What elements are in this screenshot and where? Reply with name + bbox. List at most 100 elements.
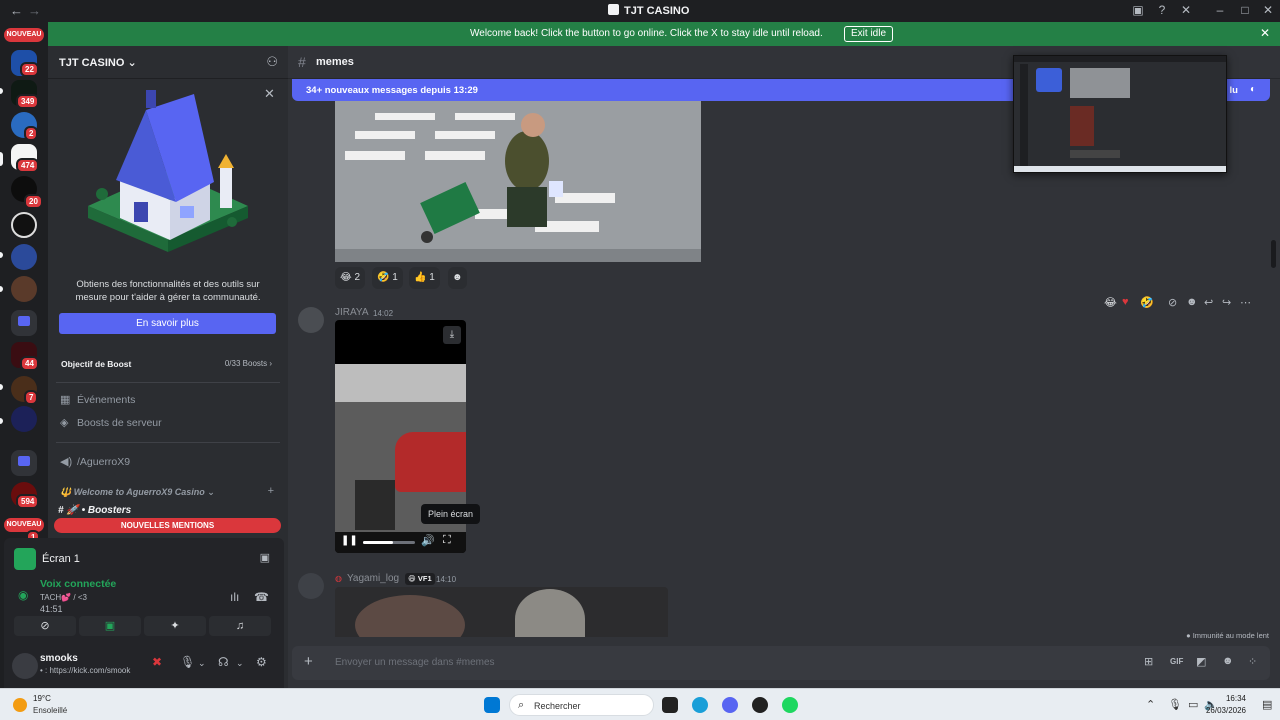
chevron-down-icon[interactable]: ⌄ <box>236 658 244 669</box>
sun-icon[interactable] <box>13 698 27 712</box>
headphones-icon[interactable]: ☊ <box>218 655 229 669</box>
stream-preview-thumbnail[interactable] <box>1013 55 1227 173</box>
apps-icon[interactable]: ⁘ <box>1248 655 1257 668</box>
avatar[interactable] <box>12 653 38 679</box>
notifications-icon[interactable]: ▤ <box>1262 698 1272 711</box>
settings-gear-icon[interactable]: ⚙ <box>256 655 267 669</box>
weather-temperature[interactable]: 19°C <box>33 694 51 703</box>
nouveau-badge-bottom[interactable]: NOUVEAU <box>4 518 44 532</box>
mark-read-icon[interactable]: ◐ <box>1250 84 1256 95</box>
volume-icon[interactable]: 🔊 <box>421 534 435 547</box>
message-author[interactable]: JIRAYA <box>335 307 369 318</box>
reaction-chip[interactable]: 🤣 1 <box>372 267 403 289</box>
unread-pill <box>0 286 3 292</box>
sticker-icon[interactable]: ◩ <box>1196 655 1206 668</box>
guild-badge: 7 <box>24 390 39 405</box>
create-channel-icon[interactable]: + <box>268 485 274 497</box>
chat-scrollbar[interactable] <box>1271 240 1276 268</box>
download-icon[interactable]: ⤓ <box>443 326 461 344</box>
app-icon[interactable]: ⊘ <box>1168 296 1177 309</box>
add-reaction-icon[interactable]: ☻ <box>448 267 467 289</box>
reaction-chip[interactable]: 😂 2 <box>335 267 366 289</box>
activities-button[interactable]: ✦ <box>144 616 206 636</box>
screen-share-button[interactable]: ▣ <box>79 616 141 636</box>
clock-date[interactable]: 26/03/2026 <box>1206 706 1246 715</box>
mark-as-read[interactable]: lu <box>1230 85 1238 96</box>
reaction-chip[interactable]: 👍 1 <box>409 267 440 289</box>
meme-image[interactable] <box>335 101 701 262</box>
voice-channel-item[interactable]: ◀) /AguerroX9 <box>58 452 280 472</box>
exit-idle-button[interactable]: Exit idle <box>844 26 894 42</box>
spotify-icon[interactable] <box>782 697 798 713</box>
invite-people-icon[interactable]: ⚇ <box>266 54 278 70</box>
pause-icon[interactable]: ❚❚ <box>341 535 358 546</box>
new-mentions-bar[interactable]: NOUVELLES MENTIONS <box>54 518 281 533</box>
window-close-icon[interactable]: ✕ <box>1260 3 1276 17</box>
events-item[interactable]: ▦ Événements <box>58 390 280 410</box>
camera-off-button[interactable]: ⊘ <box>14 616 76 636</box>
gamepad-icon[interactable]: ✖ <box>152 655 162 669</box>
learn-more-button[interactable]: En savoir plus <box>59 313 276 334</box>
stop-stream-icon[interactable]: ▣ <box>260 551 270 564</box>
voice-status[interactable]: Voix connectée <box>40 578 116 590</box>
emoji-icon[interactable]: ☻ <box>1222 655 1234 667</box>
maximize-icon[interactable]: □ <box>1237 3 1253 17</box>
display-icon[interactable]: ▭ <box>1188 698 1198 711</box>
edge-icon[interactable] <box>692 697 708 713</box>
chevron-down-icon[interactable]: ⌄ <box>198 658 206 669</box>
guild-icon[interactable] <box>11 406 37 432</box>
avatar[interactable] <box>298 307 324 333</box>
add-reaction-icon[interactable]: ☻ <box>1186 296 1198 308</box>
boosters-channel[interactable]: # 🚀 • Boosters <box>58 505 131 516</box>
promo-close-icon[interactable]: ✕ <box>264 86 275 102</box>
message-input[interactable]: Envoyer un message dans #memes <box>335 657 495 668</box>
signal-icon[interactable]: ◉ <box>18 588 28 602</box>
soundboard-button[interactable]: ♫ <box>209 616 271 636</box>
disconnect-icon[interactable]: ☎ <box>254 590 269 604</box>
screen-share-icon[interactable]: ▣ <box>1130 3 1146 17</box>
start-menu-icon[interactable] <box>484 697 500 713</box>
nouveau-badge-top[interactable]: NOUVEAU <box>4 28 44 42</box>
more-options-icon[interactable]: ⋯ <box>1240 296 1251 309</box>
avatar[interactable] <box>298 573 324 599</box>
guild-icon[interactable] <box>11 212 37 238</box>
promo-description: Obtiens des fonctionnalités et des outil… <box>75 279 261 303</box>
help-icon[interactable]: ? <box>1154 3 1170 17</box>
message-author[interactable]: Yagami_log <box>347 573 399 584</box>
weather-condition[interactable]: Ensoleillé <box>33 706 67 715</box>
reaction-heart-icon[interactable]: ♥ <box>1122 296 1129 308</box>
gift-icon[interactable]: ⊞ <box>1144 655 1153 668</box>
attach-plus-icon[interactable]: + <box>304 653 313 670</box>
task-view-icon[interactable] <box>662 697 678 713</box>
gif-icon[interactable]: GIF <box>1170 657 1183 666</box>
forward-icon[interactable]: ↪ <box>1222 296 1231 309</box>
back-arrow-icon[interactable]: ← <box>10 3 23 18</box>
fullscreen-icon[interactable]: ⛶ <box>443 534 451 547</box>
tools-icon[interactable]: ✕ <box>1178 3 1194 17</box>
guild-icon[interactable] <box>11 276 37 302</box>
show-hidden-icons-icon[interactable]: ⌃ <box>1146 698 1155 711</box>
app-icon[interactable] <box>752 697 768 713</box>
server-header[interactable]: TJT CASINO ⌄ ⚇ <box>48 46 288 79</box>
discord-icon[interactable] <box>722 697 738 713</box>
folder-icon[interactable] <box>11 450 37 476</box>
clock-time[interactable]: 16:34 <box>1226 694 1246 703</box>
reply-icon[interactable]: ↩ <box>1204 296 1213 309</box>
reaction-laugh-icon[interactable]: 😂 <box>1104 296 1117 309</box>
message-composer[interactable]: + Envoyer un message dans #memes ⊞ GIF ◩… <box>292 646 1270 680</box>
reaction-rofl-icon[interactable]: 🤣 <box>1140 296 1154 309</box>
boost-goal-row[interactable]: Objectif de Boost 0/33 Boosts › <box>56 352 280 376</box>
taskbar-search[interactable]: ⌕ Rechercher <box>509 694 654 716</box>
microphone-tray-icon[interactable]: 🎙 <box>1168 698 1182 711</box>
noise-suppression-icon[interactable]: ılı <box>230 590 239 604</box>
folder-icon[interactable] <box>11 310 37 336</box>
server-name[interactable]: TJT CASINO ⌄ <box>59 56 137 69</box>
server-boosts-item[interactable]: ◈ Boosts de serveur <box>58 413 280 433</box>
banner-close-icon[interactable]: ✕ <box>1260 26 1270 40</box>
guild-icon[interactable] <box>11 244 37 270</box>
category-header[interactable]: 🔱 Welcome to AguerroX9 Casino ⌄ <box>60 487 215 498</box>
message-image[interactable] <box>335 587 668 637</box>
microphone-icon[interactable]: 🎙 <box>180 655 195 669</box>
forward-arrow-icon[interactable]: → <box>28 3 41 18</box>
minimize-icon[interactable]: – <box>1212 3 1228 17</box>
